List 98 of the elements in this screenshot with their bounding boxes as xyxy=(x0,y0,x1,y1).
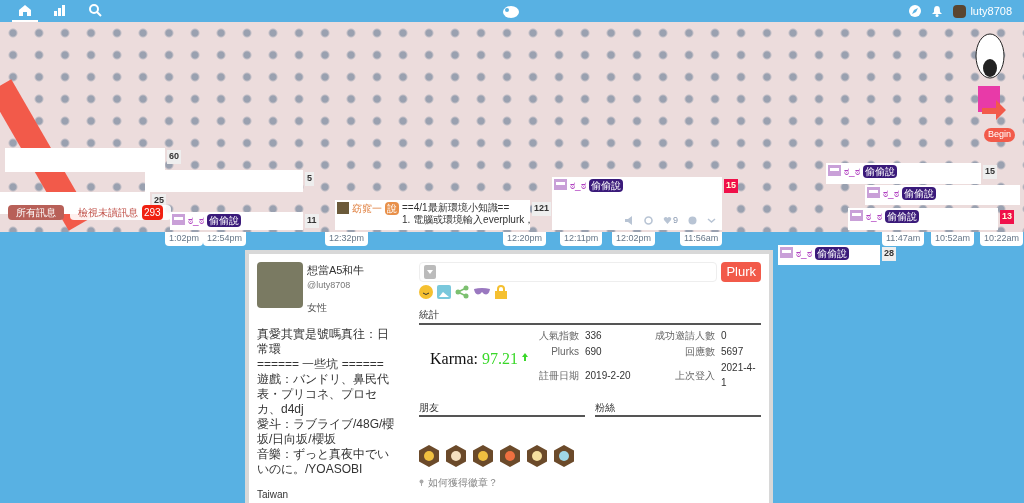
masked-face-icon xyxy=(172,214,185,225)
filter-tab[interactable]: 所有訊息 xyxy=(8,205,64,220)
stat-value: 5697 xyxy=(721,345,745,359)
share-icon xyxy=(455,285,469,299)
display-name: 想當A5和牛 xyxy=(307,263,365,278)
replurk-icon xyxy=(644,215,653,225)
response-count: 13 xyxy=(1000,210,1014,224)
bar-chart-icon xyxy=(52,2,68,18)
plurker-name[interactable]: ಠ_ಠ xyxy=(883,187,899,200)
bio-line: 遊戲：バンドリ、鼻民代表・プリコネ、プロセカ、d4dj xyxy=(257,372,390,417)
stat-label: 上次登入 xyxy=(674,368,715,383)
post-time: 12:02pm xyxy=(612,232,656,246)
compass-icon xyxy=(909,5,922,17)
post-time: 10:22am xyxy=(980,232,1024,246)
plurk-card[interactable]: ಠ_ಠ 偷偷說 xyxy=(170,212,303,230)
stat-label: 成功邀請人數 xyxy=(655,329,715,343)
masked-face-icon xyxy=(867,187,880,198)
section-title: 粉絲 xyxy=(595,400,761,417)
masked-face-icon xyxy=(780,247,793,258)
response-count: 121 xyxy=(532,202,552,216)
gender: 女性 xyxy=(307,301,328,315)
plurk-card[interactable]: ಠ_ಠ 偷偷說 xyxy=(778,245,880,265)
plurk-card[interactable]: ಠ_ಠ 偷偷說 xyxy=(865,185,1020,205)
qualifier: 偷偷說 xyxy=(206,214,241,227)
smiley-icon xyxy=(419,285,433,299)
qualifier: 偷偷說 xyxy=(588,179,623,192)
response-count: 15 xyxy=(983,165,997,179)
stat-label: 回應數 xyxy=(684,345,715,359)
post-time: 12:11pm xyxy=(560,232,603,246)
like-count: 9 xyxy=(673,213,678,227)
photo-placeholder xyxy=(257,262,303,308)
qualifier: 偷偷說 xyxy=(862,165,897,178)
lock-icon xyxy=(495,285,507,299)
plurker-name[interactable]: ಠ_ಠ xyxy=(866,210,882,223)
response-count: 28 xyxy=(882,247,896,261)
bio-line: 愛斗：ラブライブ/48G/櫻坂/日向坂/櫻坂 xyxy=(257,417,395,447)
plurker-name[interactable]: ಠ_ಠ xyxy=(796,247,812,260)
pin-icon xyxy=(419,479,424,486)
avatar-icon xyxy=(337,202,349,214)
post-time: 12:20pm xyxy=(503,232,547,246)
response-count: 60 xyxy=(167,150,181,164)
search-icon xyxy=(87,2,103,18)
heart-icon xyxy=(663,215,672,225)
karma-label: Karma: xyxy=(430,349,478,369)
plurker-name[interactable]: ಠ_ಠ xyxy=(844,165,860,178)
post-time: 12:54pm xyxy=(203,232,247,246)
stat-value: 336 xyxy=(585,329,603,343)
post-time: 10:52am xyxy=(931,232,975,246)
plurk-text: ==4/1最新環境小知識== xyxy=(402,202,511,214)
response-count: 5 xyxy=(305,172,314,186)
response-count: 15 xyxy=(724,179,738,193)
stat-value: 690 xyxy=(585,345,603,359)
bio-line: 真愛其實是號嗎真往：日常環 xyxy=(257,327,390,357)
plurker-name[interactable]: ಠ_ಠ xyxy=(570,179,586,192)
image-icon xyxy=(437,285,451,299)
plurk-button[interactable]: Plurk xyxy=(721,262,761,282)
begin-button[interactable]: Begin xyxy=(984,128,1016,142)
section-title: 朋友 xyxy=(419,400,585,417)
masked-face-icon xyxy=(554,179,567,190)
qualifier: 偷偷說 xyxy=(814,247,849,260)
qualifier: 說 xyxy=(385,202,399,215)
response-count: 11 xyxy=(305,214,319,228)
plurker-name[interactable]: 窈窕一 xyxy=(352,202,382,215)
qualifier: 偷偷說 xyxy=(901,187,936,200)
speaker-icon xyxy=(625,215,634,225)
user-handle: @luty8708 xyxy=(307,278,352,292)
post-time: 11:56am xyxy=(680,232,723,246)
qualifier: 偷偷說 xyxy=(884,210,919,223)
dropdown-icon xyxy=(424,265,436,279)
post-time: 11:47am xyxy=(882,232,925,246)
badge-help-link[interactable]: 如何獲得徽章？ xyxy=(428,475,498,490)
cloud-logo-icon xyxy=(502,4,520,18)
stat-label: 人氣指數 xyxy=(539,329,579,343)
up-arrow-icon xyxy=(522,353,528,361)
masked-face-icon xyxy=(828,165,841,176)
post-time: 1:02pm xyxy=(165,232,204,246)
plurk-card[interactable]: 窈窕一 說 ==4/1最新環境小知識== 1. 電腦或環境輸入everplurk， xyxy=(335,200,530,230)
plurk-card[interactable]: ಠ_ಠ 偷偷說 xyxy=(848,208,998,230)
stat-label: Plurks xyxy=(550,345,579,359)
stat-value: 2021-4-1 xyxy=(721,361,757,390)
stat-label: 註冊日期 xyxy=(539,368,579,383)
karma-value: 97.21 xyxy=(482,349,518,369)
bio-line: 音樂：ずっと真夜中でいいのに。/YOASOBI xyxy=(257,447,390,477)
masked-face-icon xyxy=(850,210,863,221)
chevron-down-icon xyxy=(707,215,716,225)
plurk-card[interactable]: ಠ_ಠ 偷偷說 9 xyxy=(552,177,722,230)
avatar-icon xyxy=(953,4,967,18)
bell-icon xyxy=(931,5,944,17)
bio-line: ====== 一些坑 ====== xyxy=(257,357,385,372)
stat-value: 0 xyxy=(721,329,728,343)
post-time: 12:32pm xyxy=(325,232,369,246)
section-title: 統計 xyxy=(419,307,761,325)
stat-value: 2019-2-20 xyxy=(585,368,632,383)
plurk-card[interactable]: ಠ_ಠ 偷偷說 xyxy=(826,163,981,184)
location: Taiwan xyxy=(257,488,290,502)
post-input-field[interactable] xyxy=(419,262,718,282)
filter-tab[interactable]: 檢視未讀訊息 293 xyxy=(70,205,171,220)
plurker-name[interactable]: ಠ_ಠ xyxy=(188,214,204,227)
